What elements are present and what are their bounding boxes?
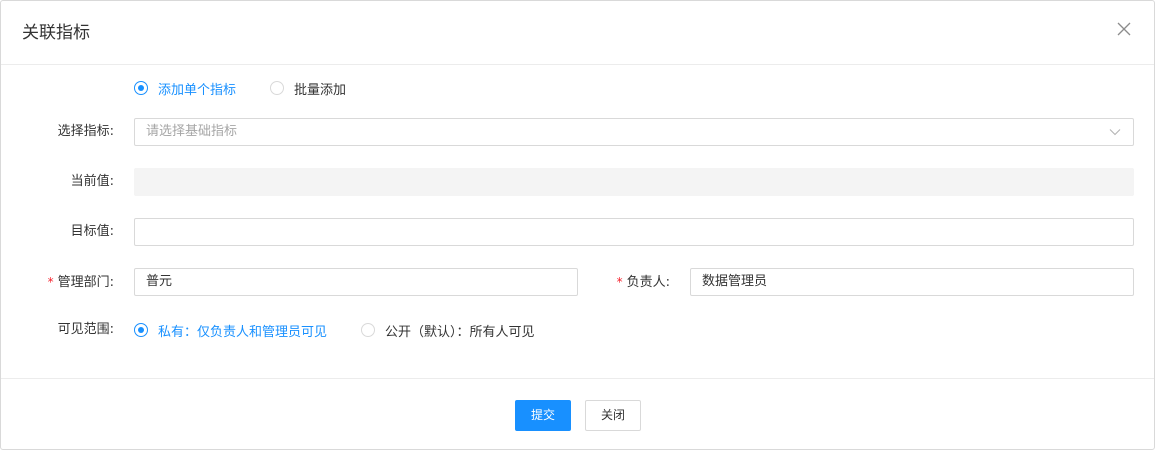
owner-field[interactable]: 数据管理员 [690,268,1134,296]
visibility-private-radio[interactable]: 私有：仅负责人和管理员可见 [134,321,327,340]
close-button[interactable] [1113,18,1135,40]
indicator-select-placeholder: 请选择基础指标 [146,124,238,139]
visibility-private-label: 私有：仅负责人和管理员可见 [158,324,328,340]
add-mode-radio-group: 添加单个指标 批量添加 [134,74,380,102]
current-value-row: 当前值: [1,168,1154,196]
add-single-label: 添加单个指标 [158,82,237,98]
target-value-row: 目标值: [1,218,1154,246]
current-value-label: 当前值: [70,174,114,189]
owner-label: 负责人: [626,275,670,290]
radio-unchecked-icon [270,81,285,95]
department-label: 管理部门: [57,275,114,290]
add-batch-radio[interactable]: 批量添加 [270,79,346,98]
department-label-wrap: * 管理部门: [21,268,114,296]
target-value-field[interactable] [134,218,1134,246]
close-icon [1113,18,1135,40]
department-field[interactable]: 普元 [134,268,578,296]
dialog-title: 关联指标 [22,23,90,43]
indicator-label: 选择指标: [57,124,114,139]
add-batch-label: 批量添加 [294,82,347,98]
radio-checked-icon [134,81,148,95]
visibility-label: 可见范围: [57,322,114,337]
indicator-row: 选择指标: 请选择基础指标 [1,118,1154,146]
close-dialog-button[interactable]: 关闭 [585,400,641,431]
add-mode-row: 添加单个指标 批量添加 [1,74,1154,102]
dialog-header: 关联指标 [1,1,1154,65]
submit-button[interactable]: 提交 [515,400,571,431]
chevron-down-icon [1109,128,1121,136]
visibility-public-radio[interactable]: 公开（默认）：所有人可见 [361,321,535,340]
radio-checked-icon [134,323,148,337]
associate-indicator-dialog: 关联指标 添加单个指标 批量添加 选择指标: 请选择基础指标 当前值: 目标值:… [0,0,1155,450]
target-value-label: 目标值: [70,224,114,239]
visibility-public-label: 公开（默认）：所有人可见 [385,324,535,340]
department-owner-row: * 管理部门: 普元 * 负责人: 数据管理员 [1,268,1154,296]
required-mark: * [616,275,623,289]
dialog-footer: 提交 关闭 [1,378,1154,450]
add-single-radio[interactable]: 添加单个指标 [134,79,236,98]
visibility-radio-group: 私有：仅负责人和管理员可见 公开（默认）：所有人可见 [134,316,569,344]
owner-label-wrap: * 负责人: [581,268,670,296]
visibility-row: 可见范围: 私有：仅负责人和管理员可见 公开（默认）：所有人可见 [1,316,1154,344]
radio-unchecked-icon [361,323,376,337]
required-mark: * [47,275,54,289]
indicator-select[interactable]: 请选择基础指标 [134,118,1134,146]
current-value-field [134,168,1134,196]
